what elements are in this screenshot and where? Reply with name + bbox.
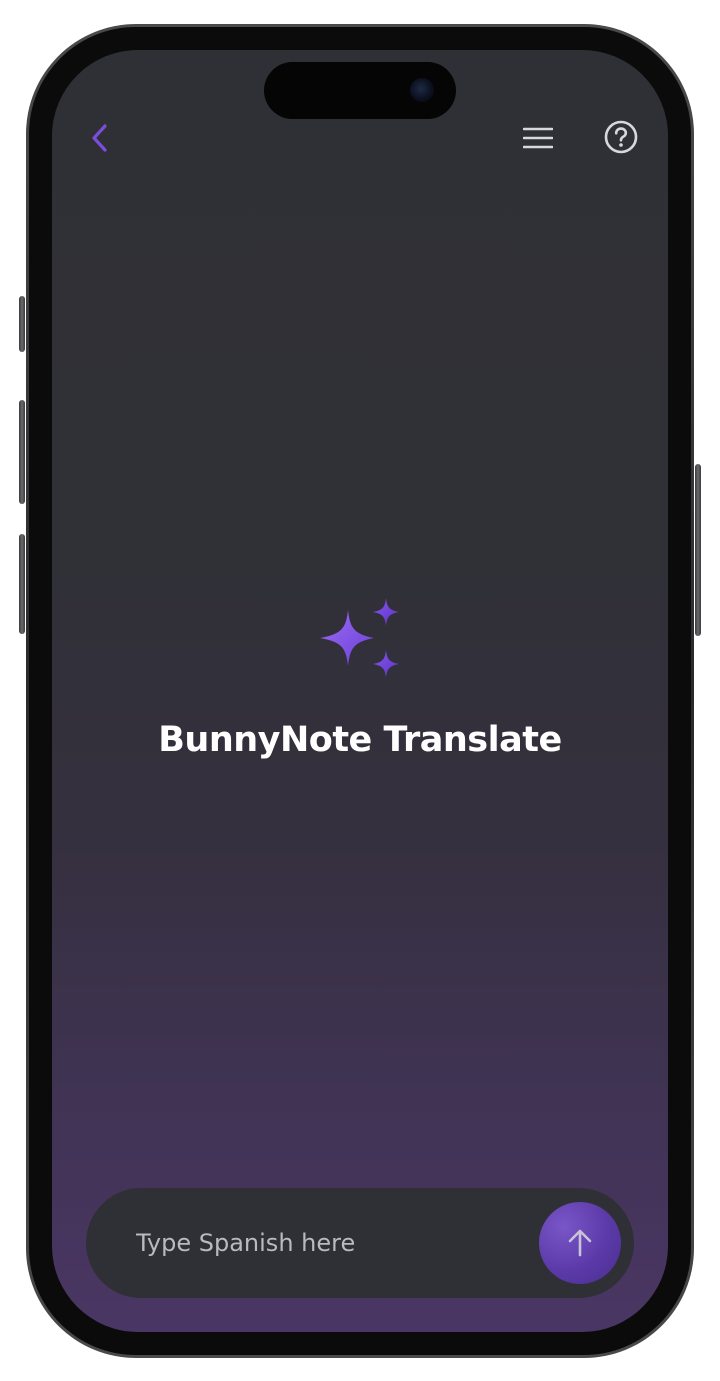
- app-screen: BunnyNote Translate: [52, 50, 668, 1332]
- menu-button[interactable]: [518, 118, 558, 158]
- power-button: [695, 464, 701, 636]
- sparkles-icon: [320, 598, 399, 678]
- question-circle-icon: [604, 120, 638, 154]
- arrow-up-icon: [568, 1229, 592, 1257]
- sparkles-logo: [316, 594, 406, 684]
- help-button[interactable]: [600, 116, 642, 158]
- volume-up-button: [19, 400, 25, 504]
- send-button[interactable]: [539, 1202, 621, 1284]
- volume-down-button: [19, 534, 25, 634]
- front-camera: [410, 78, 434, 102]
- dynamic-island: [264, 62, 456, 119]
- back-button[interactable]: [82, 118, 118, 158]
- action-button: [19, 296, 25, 352]
- chevron-left-icon: [92, 124, 107, 152]
- app-title: BunnyNote Translate: [158, 720, 562, 760]
- spanish-text-input[interactable]: [136, 1188, 526, 1298]
- message-composer: [86, 1188, 634, 1298]
- hamburger-menu-icon: [523, 127, 553, 149]
